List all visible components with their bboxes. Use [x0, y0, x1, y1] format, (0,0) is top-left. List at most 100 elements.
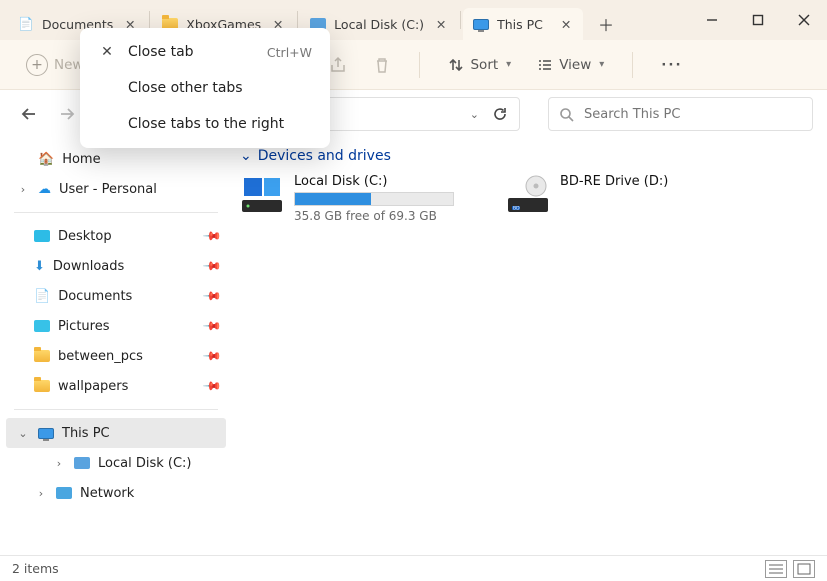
svg-text:BD: BD [513, 206, 520, 212]
tab-label: This PC [497, 17, 543, 32]
drive-subtext: 35.8 GB free of 69.3 GB [294, 209, 454, 223]
body: 🏠 Home › ☁ User - Personal Desktop 📌 ⬇ D… [0, 138, 827, 555]
downloads-icon: ⬇ [34, 259, 45, 274]
nav-user-personal[interactable]: › ☁ User - Personal [6, 174, 226, 204]
optical-drive-icon: BD [506, 174, 550, 214]
toolbar-separator [419, 52, 420, 78]
nav-label: Local Disk (C:) [98, 456, 191, 471]
maximize-button[interactable] [735, 0, 781, 40]
menu-close-tab[interactable]: ✕ Close tab Ctrl+W [80, 34, 330, 70]
search-icon [559, 107, 574, 122]
plus-circle-icon: + [26, 54, 48, 76]
tab-separator [149, 11, 150, 29]
nav-label: User - Personal [59, 182, 157, 197]
nav-label: Desktop [58, 229, 112, 244]
view-button[interactable]: View ▾ [529, 49, 612, 81]
pin-icon: 📌 [202, 346, 222, 366]
nav-separator [14, 409, 218, 410]
pictures-icon [34, 320, 50, 332]
chevron-right-icon[interactable]: › [16, 183, 30, 196]
close-icon[interactable]: ✕ [432, 15, 450, 33]
close-button[interactable] [781, 0, 827, 40]
desktop-icon [34, 230, 50, 242]
menu-close-tabs-right[interactable]: Close tabs to the right [80, 106, 330, 142]
navigation-pane: 🏠 Home › ☁ User - Personal Desktop 📌 ⬇ D… [0, 138, 232, 555]
pin-icon: 📌 [202, 376, 222, 396]
nav-label: Documents [58, 289, 132, 304]
drive-icon [240, 174, 284, 214]
status-bar: 2 items [0, 555, 827, 581]
window-controls [689, 0, 827, 40]
search-input[interactable] [584, 107, 802, 122]
nav-network[interactable]: › Network [6, 478, 226, 508]
tab-thispc[interactable]: This PC ✕ [463, 8, 583, 40]
titlebar: 📄 Documents ✕ XboxGames ✕ Local Disk (C:… [0, 0, 827, 40]
drive-list: Local Disk (C:) 35.8 GB free of 69.3 GB … [240, 174, 819, 223]
search-box[interactable] [548, 97, 813, 131]
nav-local-disk[interactable]: › Local Disk (C:) [6, 448, 226, 478]
nav-desktop[interactable]: Desktop 📌 [6, 221, 226, 251]
folder-icon [34, 350, 50, 362]
menu-label: Close tab [128, 44, 194, 60]
nav-pictures[interactable]: Pictures 📌 [6, 311, 226, 341]
pin-icon: 📌 [202, 256, 222, 276]
forward-button[interactable] [52, 99, 82, 129]
nav-label: wallpapers [58, 379, 128, 394]
nav-this-pc[interactable]: ⌄ This PC [6, 418, 226, 448]
drive-info: Local Disk (C:) 35.8 GB free of 69.3 GB [294, 174, 454, 223]
home-icon: 🏠 [38, 152, 54, 167]
nav-between-pcs[interactable]: between_pcs 📌 [6, 341, 226, 371]
sort-button[interactable]: Sort ▾ [440, 49, 519, 81]
sort-label: Sort [470, 57, 498, 73]
minimize-button[interactable] [689, 0, 735, 40]
pin-icon: 📌 [202, 226, 222, 246]
chevron-down-icon: ▾ [599, 59, 604, 70]
content-pane: ⌄ Devices and drives Local Disk (C:) 35.… [232, 138, 827, 555]
close-icon[interactable]: ✕ [557, 15, 575, 33]
storage-bar-fill [295, 193, 371, 205]
nav-documents[interactable]: 📄 Documents 📌 [6, 281, 226, 311]
nav-label: This PC [62, 426, 110, 441]
nav-label: Pictures [58, 319, 109, 334]
tab-separator [297, 11, 298, 29]
close-icon: ✕ [98, 44, 116, 60]
chevron-down-icon: ▾ [506, 59, 511, 70]
pc-icon [473, 16, 489, 32]
thumbnails-view-button[interactable] [793, 560, 815, 578]
refresh-button[interactable] [487, 106, 513, 122]
chevron-right-icon[interactable]: › [34, 487, 48, 500]
menu-label: Close tabs to the right [128, 116, 284, 132]
drive-name: BD-RE Drive (D:) [560, 174, 668, 189]
pin-icon: 📌 [202, 316, 222, 336]
section-header[interactable]: ⌄ Devices and drives [240, 148, 819, 164]
nav-wallpapers[interactable]: wallpapers 📌 [6, 371, 226, 401]
drive-local-disk[interactable]: Local Disk (C:) 35.8 GB free of 69.3 GB [240, 174, 470, 223]
details-view-button[interactable] [765, 560, 787, 578]
back-button[interactable] [14, 99, 44, 129]
more-button[interactable]: ··· [653, 49, 690, 81]
menu-close-other-tabs[interactable]: Close other tabs [80, 70, 330, 106]
menu-label: Close other tabs [128, 80, 243, 96]
nav-label: Network [80, 486, 134, 501]
nav-home[interactable]: 🏠 Home [6, 144, 226, 174]
nav-downloads[interactable]: ⬇ Downloads 📌 [6, 251, 226, 281]
network-icon [56, 487, 72, 499]
tab-context-menu: ✕ Close tab Ctrl+W Close other tabs Clos… [80, 28, 330, 148]
tab-separator [460, 11, 461, 29]
chevron-right-icon[interactable]: › [52, 457, 66, 470]
section-title: Devices and drives [258, 148, 391, 164]
document-icon: 📄 [18, 16, 34, 32]
menu-shortcut: Ctrl+W [267, 45, 312, 60]
drive-bdre[interactable]: BD BD-RE Drive (D:) [506, 174, 736, 223]
chevron-down-icon[interactable]: ⌄ [470, 108, 479, 121]
tab-label: Local Disk (C:) [334, 17, 424, 32]
status-item-count: 2 items [12, 561, 59, 576]
new-tab-button[interactable]: ＋ [589, 8, 623, 40]
drive-name: Local Disk (C:) [294, 174, 454, 189]
chevron-down-icon: ⌄ [240, 148, 252, 164]
delete-button[interactable] [365, 49, 399, 81]
toolbar-separator [632, 52, 633, 78]
pc-icon [38, 428, 54, 439]
chevron-down-icon[interactable]: ⌄ [16, 427, 30, 440]
document-icon: 📄 [34, 289, 50, 304]
